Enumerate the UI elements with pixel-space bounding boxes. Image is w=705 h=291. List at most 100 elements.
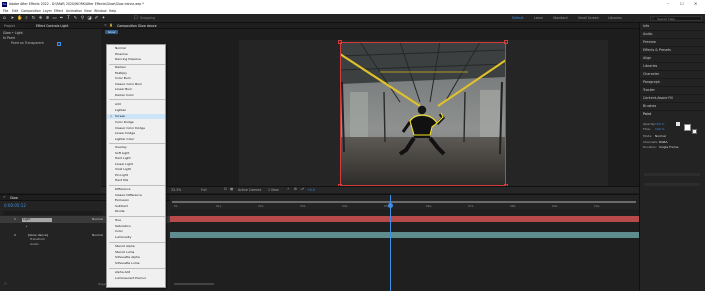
menu-item-dissolve[interactable]: Dissolve	[115, 52, 128, 56]
menu-item-pin-light[interactable]: Pin Light	[115, 173, 128, 177]
region-of-interest-icon[interactable]: ⊡	[224, 187, 227, 191]
rotate-tool-icon[interactable]: ↻	[31, 16, 36, 21]
section-align[interactable]: Align	[643, 56, 651, 60]
timeline-icon[interactable]: ⊞	[294, 187, 297, 191]
menu-item-hard-mix[interactable]: Hard Mix	[115, 179, 128, 182]
active-camera-value[interactable]: Active Camera	[238, 188, 261, 192]
menu-item-overlay[interactable]: Overlay	[115, 146, 127, 149]
menu-animation[interactable]: Animation	[66, 9, 82, 13]
menu-file[interactable]: File	[3, 9, 8, 13]
menu-item-lighten[interactable]: Lighten	[115, 108, 126, 112]
eraser-tool-icon[interactable]: ◪	[87, 16, 92, 21]
channels-value[interactable]: RGBA	[659, 141, 668, 144]
tab-composition[interactable]: Composition Glow dance	[117, 24, 157, 28]
close-tab-icon[interactable]: ✕	[3, 195, 6, 199]
comp-viewer[interactable]	[239, 40, 608, 188]
audio-property[interactable]: Audio	[30, 243, 39, 246]
tab-project[interactable]: Project	[4, 24, 15, 28]
paint-on-transparent-checkbox[interactable]: ✓	[57, 41, 61, 46]
menu-item-multiply[interactable]: Multiply	[115, 71, 127, 75]
lock-icon[interactable]: 🔒	[109, 23, 113, 27]
flow-value[interactable]: 100 %	[655, 128, 665, 131]
menu-item-vivid-light[interactable]: Vivid Light	[115, 168, 131, 171]
menu-item-subtract[interactable]: Subtract	[115, 204, 128, 208]
pen-tool-icon[interactable]: ✒	[59, 16, 64, 21]
section-audio[interactable]: Audio	[643, 32, 652, 36]
menu-item-silhouette-alpha[interactable]: Silhouette Alpha	[115, 256, 140, 259]
close-icon[interactable]: ✕	[694, 1, 697, 6]
menu-item-classic-color-burn[interactable]: Classic Color Burn	[115, 82, 142, 86]
section-info[interactable]: Info	[643, 24, 649, 28]
menu-edit[interactable]: Edit	[12, 9, 18, 13]
menu-item-screen[interactable]: Screen	[115, 115, 125, 118]
menu-composition[interactable]: Composition	[21, 9, 41, 13]
transform-property[interactable]: Transform	[30, 238, 45, 241]
menu-help[interactable]: Help	[109, 9, 116, 13]
layer-mode[interactable]: Normal	[92, 234, 103, 237]
menu-effect[interactable]: Effect	[54, 9, 63, 13]
timecode-display[interactable]: 0:00:05:12	[4, 204, 26, 208]
menu-view[interactable]: View	[84, 9, 92, 13]
workspace-standard[interactable]: Standard	[553, 16, 568, 20]
comp-breadcrumb[interactable]: Glow	[105, 30, 119, 34]
color-swatch[interactable]	[692, 129, 697, 134]
render-time-icon[interactable]: ⏱	[4, 282, 7, 286]
zoom-tool-icon[interactable]: ⌕	[24, 16, 29, 21]
work-area-bar[interactable]	[172, 201, 636, 203]
menu-item-difference[interactable]: Difference	[115, 188, 130, 191]
blend-mode-menu[interactable]: ✓ Normal Dissolve Dancing Dissolve Darke…	[106, 44, 166, 288]
zoom-level-value[interactable]: 33.3%	[171, 188, 181, 192]
menu-item-darken[interactable]: Darken	[115, 66, 126, 69]
menu-item-stencil-alpha[interactable]: Stencil Alpha	[115, 245, 135, 248]
foreground-color-swatch[interactable]	[676, 122, 680, 126]
clone-stamp-tool-icon[interactable]: ⚲	[80, 16, 85, 21]
brush-tool-icon[interactable]: ✎	[73, 16, 78, 21]
views-value[interactable]: 1 View	[268, 188, 279, 192]
exposure-value[interactable]: +0.0	[307, 188, 315, 192]
tab-timeline[interactable]: Glow	[10, 196, 18, 200]
duration-value[interactable]: Single Frame	[659, 146, 679, 149]
selection-tool-icon[interactable]: ➤	[10, 16, 15, 21]
puppet-tool-icon[interactable]: ✦	[101, 16, 106, 21]
workspace-default[interactable]: Default	[512, 16, 524, 20]
menu-item-exclusion[interactable]: Exclusion	[115, 199, 129, 202]
corner-handle[interactable]	[338, 40, 342, 44]
opacity-value[interactable]: 100 %	[655, 123, 665, 126]
section-preview[interactable]: Preview	[643, 40, 656, 44]
workspace-libraries[interactable]: Libraries	[608, 16, 622, 20]
search-help-field[interactable]: ⌕ Search Help	[650, 16, 702, 21]
hand-tool-icon[interactable]: ✋	[17, 16, 22, 21]
section-paint[interactable]: Paint	[643, 112, 651, 116]
rectangle-tool-icon[interactable]: ▭	[52, 16, 57, 21]
menu-item-color[interactable]: Color	[115, 230, 123, 233]
layer-name[interactable]: Light	[22, 217, 52, 222]
menu-item-stencil-luma[interactable]: Stencil Luma	[115, 250, 134, 254]
menu-item-classic-difference[interactable]: Classic Difference	[115, 193, 142, 197]
menu-item-soft-light[interactable]: Soft Light	[115, 151, 129, 155]
camera-tool-icon[interactable]: ⎈	[38, 16, 43, 21]
maximize-icon[interactable]: ☐	[680, 1, 684, 6]
menu-item-color-dodge[interactable]: Color Dodge	[115, 121, 134, 124]
tab-effect-controls[interactable]: Effect Controls Light	[36, 24, 68, 28]
menu-item-classic-color-dodge[interactable]: Classic Color Dodge	[115, 126, 145, 130]
menu-window[interactable]: Window	[94, 9, 107, 13]
layer-track-glow-dance[interactable]	[170, 232, 639, 238]
type-tool-icon[interactable]: T	[66, 16, 71, 21]
snapping-checkbox-icon[interactable]: ☐	[133, 16, 138, 21]
layer-mode[interactable]: Normal	[92, 218, 103, 221]
menu-item-dancing-dissolve[interactable]: Dancing Dissolve	[115, 58, 141, 61]
section-tracker[interactable]: Tracker	[643, 88, 655, 92]
zoom-slider[interactable]	[174, 283, 214, 285]
menu-close-icon[interactable]: ≡	[104, 23, 107, 27]
pan-behind-tool-icon[interactable]: ⊕	[45, 16, 50, 21]
menu-item-hard-light[interactable]: Hard Light	[115, 157, 131, 160]
layer-track-light[interactable]	[170, 216, 639, 222]
menu-item-divide[interactable]: Divide	[115, 210, 125, 213]
menu-item-darker-color[interactable]: Darker Color	[115, 93, 134, 97]
mode-value[interactable]: Normal	[655, 135, 666, 138]
resolution-value[interactable]: Full	[201, 188, 206, 192]
section-character[interactable]: Character	[643, 72, 659, 76]
section-brushes[interactable]: Brushes	[643, 104, 656, 108]
menu-layer[interactable]: Layer	[43, 9, 52, 13]
minimize-icon[interactable]: –	[667, 1, 669, 6]
